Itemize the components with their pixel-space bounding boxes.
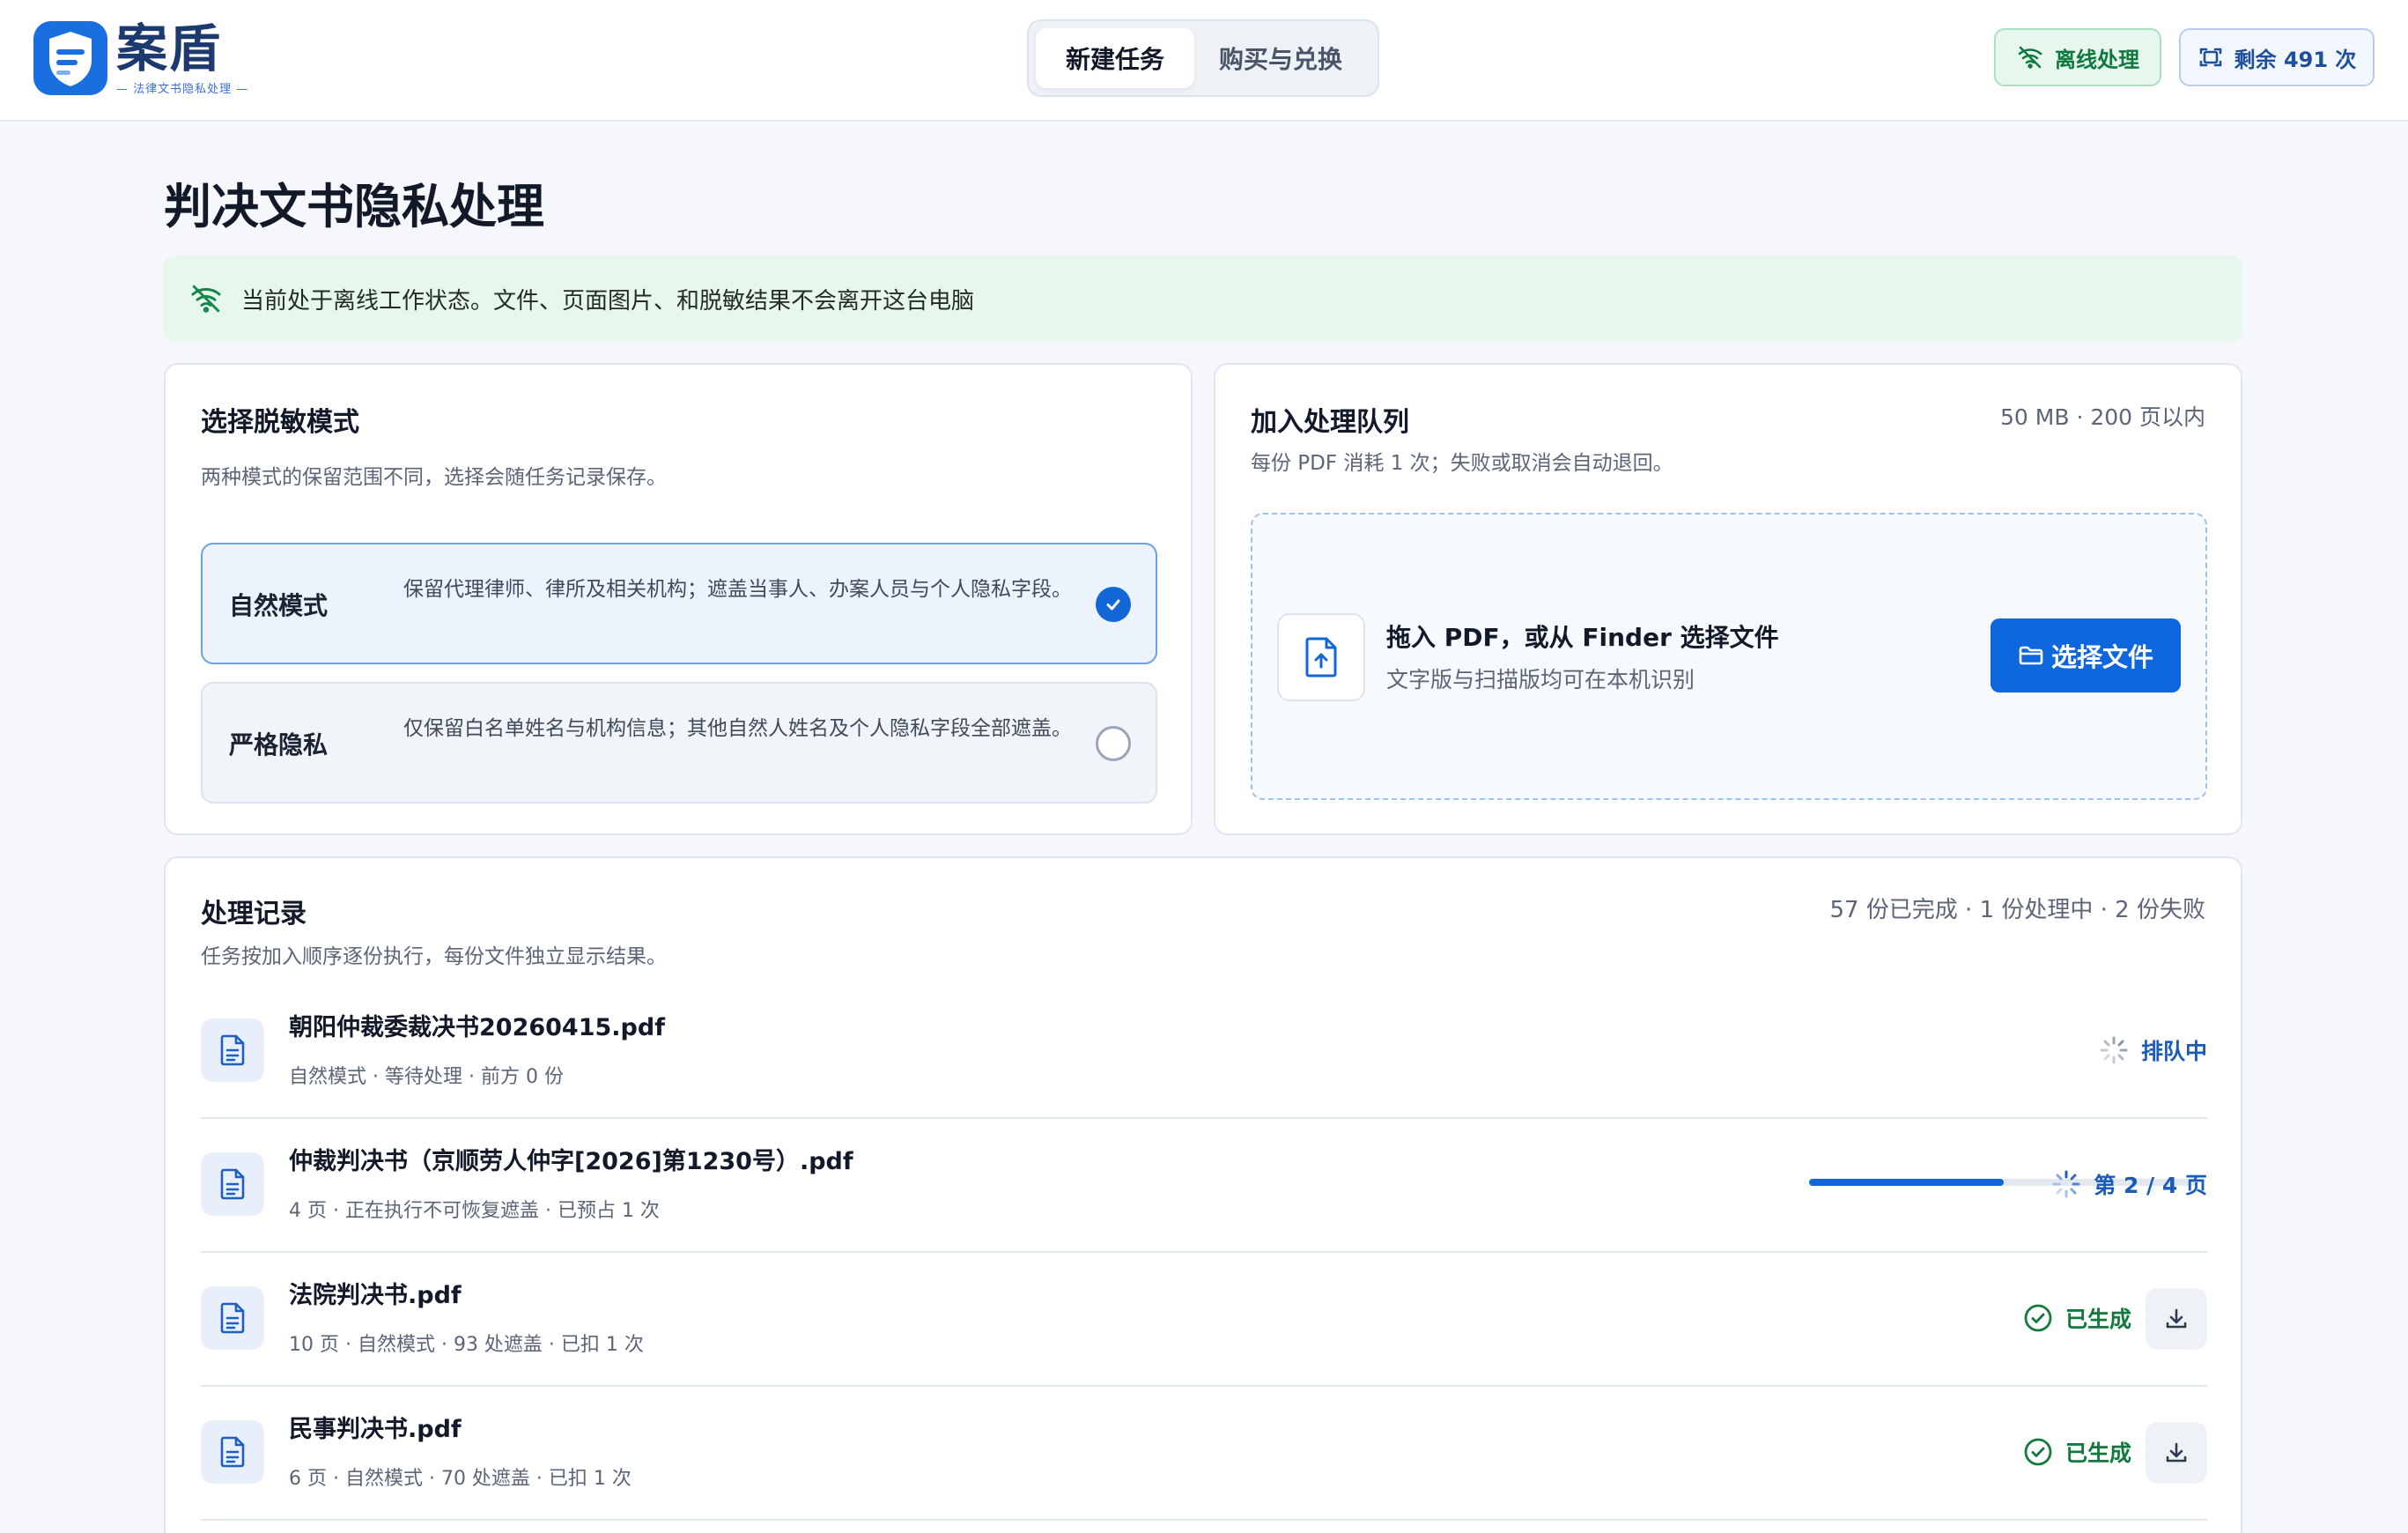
offline-label: 离线处理 [2055,47,2139,72]
file-dropzone[interactable]: 拖入 PDF，或从 Finder 选择文件 文字版与扫描版均可在本机识别 选择文… [1251,513,2207,800]
file-limit-text: 50 MB · 200 页以内 [2000,404,2205,430]
mode-option-name: 严格隐私 [229,730,329,759]
record-status-queued: 排队中 [2099,1034,2207,1066]
choose-file-button[interactable]: 选择文件 [1991,618,2181,692]
mode-option-description: 保留代理律师、律所及相关机构；遮盖当事人、办案人员与个人隐私字段。 [403,578,1072,601]
radio-unchecked-icon[interactable] [1096,726,1131,761]
remaining-label: 剩余 491 次 [2234,47,2357,72]
download-button[interactable] [2146,1288,2207,1350]
queue-card-title: 加入处理队列 [1251,407,1409,438]
record-progress-fill [1809,1179,2004,1186]
radio-checked-icon[interactable] [1096,587,1131,622]
record-status-label: 已生成 [2065,1440,2131,1466]
record-status-done: 已生成 [2023,1436,2131,1468]
dropzone-title: 拖入 PDF，或从 Finder 选择文件 [1386,623,1779,652]
folder-icon [2019,646,2043,665]
check-circle-icon [2024,1438,2052,1466]
record-file-name: 仲裁判决书（京顺劳人仲字[2026]第1230号）.pdf [289,1148,853,1175]
app-name: 案盾 [116,18,223,78]
offline-banner: 当前处于离线工作状态。文件、页面图片、和脱敏结果不会离开这台电脑 [164,256,2242,342]
mode-option-strict[interactable]: 严格隐私 仅保留白名单姓名与机构信息；其他自然人姓名及个人隐私字段全部遮盖。 [201,682,1157,804]
record-status-label: 第 2 / 4 页 [2094,1173,2207,1198]
offline-banner-text: 当前处于离线工作状态。文件、页面图片、和脱敏结果不会离开这台电脑 [241,287,975,315]
record-status-processing: 第 2 / 4 页 [2051,1168,2207,1200]
wifi-off-icon [191,285,221,313]
check-circle-icon [2024,1304,2052,1332]
choose-file-label: 选择文件 [2050,642,2153,672]
records-title: 处理记录 [201,899,307,929]
record-file-name: 朝阳仲裁委裁决书20260415.pdf [289,1014,665,1041]
mode-option-natural[interactable]: 自然模式 保留代理律师、律所及相关机构；遮盖当事人、办案人员与个人隐私字段。 [201,543,1157,664]
record-meta: 自然模式 · 等待处理 · 前方 0 份 [289,1066,564,1088]
mode-card-subtitle: 两种模式的保留范围不同，选择会随任务记录保存。 [201,466,667,489]
record-meta: 10 页 · 自然模式 · 93 处遮盖 · 已扣 1 次 [289,1334,644,1356]
mode-card-title: 选择脱敏模式 [201,407,359,438]
queue-card-subtitle: 每份 PDF 消耗 1 次；失败或取消会自动退回。 [1251,452,1673,475]
spinner-icon [2100,1036,2128,1064]
document-icon [201,1018,264,1082]
remaining-credits-button[interactable]: 剩余 491 次 [2179,28,2375,86]
app-tagline: — 法律文书隐私处理 — [116,82,249,96]
dropzone-subtitle: 文字版与扫描版均可在本机识别 [1386,667,1695,692]
record-row: 朝阳仲裁委裁决书20260415.pdf 自然模式 · 等待处理 · 前方 0 … [201,985,2207,1119]
brand: 案盾 — 法律文书隐私处理 — [32,19,248,97]
record-status-label: 排队中 [2140,1039,2207,1064]
mode-option-description: 仅保留白名单姓名与机构信息；其他自然人姓名及个人隐私字段全部遮盖。 [403,717,1072,740]
offline-mode-button[interactable]: 离线处理 [1994,28,2161,86]
top-bar: 案盾 — 法律文书隐私处理 — 新建任务 购买与兑换 离线处理 剩余 491 次 [0,0,2408,122]
upload-file-icon [1277,613,1365,701]
records-subtitle: 任务按加入顺序逐份执行，每份文件独立显示结果。 [201,945,667,968]
record-row: 仲裁判决书（京顺劳人仲字[2026]第1230号）.pdf 4 页 · 正在执行… [201,1119,2207,1253]
document-icon [201,1152,264,1216]
record-row: 法院判决书.pdf 10 页 · 自然模式 · 93 处遮盖 · 已扣 1 次 … [201,1253,2207,1387]
document-icon [201,1420,264,1484]
records-card: 处理记录 57 份已完成 · 1 份处理中 · 2 份失败 任务按加入顺序逐份执… [164,856,2242,1533]
tab-purchase-redeem[interactable]: 购买与兑换 [1194,28,1367,88]
tab-new-task[interactable]: 新建任务 [1036,28,1194,88]
download-button[interactable] [2146,1422,2207,1484]
record-file-name: 法院判决书.pdf [289,1282,462,1309]
record-row: 民事判决书.pdf 6 页 · 自然模式 · 70 处遮盖 · 已扣 1 次 已… [201,1387,2207,1521]
mode-option-name: 自然模式 [229,591,329,620]
shield-logo-icon [33,21,107,95]
document-icon [201,1286,264,1350]
record-status-done: 已生成 [2023,1302,2131,1334]
download-icon [2166,1308,2187,1329]
record-meta: 6 页 · 自然模式 · 70 处遮盖 · 已扣 1 次 [289,1468,632,1490]
wifi-off-icon [2018,46,2042,69]
record-status-label: 已生成 [2065,1307,2131,1332]
mode-card: 选择脱敏模式 两种模式的保留范围不同，选择会随任务记录保存。 自然模式 保留代理… [164,363,1193,835]
download-icon [2166,1442,2187,1463]
queue-card: 加入处理队列 50 MB · 200 页以内 每份 PDF 消耗 1 次；失败或… [1214,363,2242,835]
record-file-name: 民事判决书.pdf [289,1416,462,1443]
main-nav-tabs: 新建任务 购买与兑换 [1027,19,1379,97]
page-title: 判决文书隐私处理 [164,179,544,234]
records-summary: 57 份已完成 · 1 份处理中 · 2 份失败 [1829,897,2205,923]
record-meta: 4 页 · 正在执行不可恢复遮盖 · 已预占 1 次 [289,1200,660,1222]
spinner-icon [2052,1170,2080,1198]
credits-icon [2199,48,2221,67]
